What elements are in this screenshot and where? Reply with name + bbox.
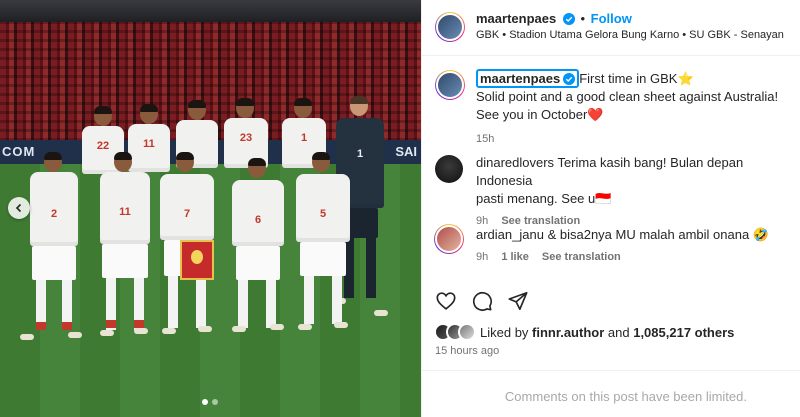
comment-likes[interactable]: 1 like [501,251,529,263]
comment-text-cont: pasti menang. See u🇮🇩 [476,191,612,206]
caption-timestamp: 15h [476,133,495,145]
comment-icon[interactable] [471,290,493,315]
see-translation-link[interactable]: See translation [542,251,621,263]
comment-item: dinaredlovers Terima kasih bang! Bulan d… [476,154,786,230]
post-header: maartenpaes • Follow GBK • Stadion Utama… [422,0,800,56]
heart-icon[interactable] [435,290,457,315]
stadium-roof [0,0,421,22]
caption-text-line3: See you in October❤️ [476,107,604,122]
separator-dot: • [580,11,586,26]
ad-board-right-text: SAI [395,144,417,159]
comment-username[interactable]: ardian_janu [476,227,544,242]
share-icon[interactable] [507,290,529,315]
liked-by-row: Liked by finnr.author and 1,085,217 othe… [434,323,734,341]
location-link[interactable]: GBK • Stadion Utama Gelora Bung Karno • … [476,29,784,41]
comment-username[interactable]: dinaredlovers [476,155,554,170]
post-actions [435,290,529,315]
post-sidebar: maartenpaes • Follow GBK • Stadion Utama… [421,0,800,417]
post-timestamp: 15 hours ago [435,345,500,357]
commenter-avatar-ring[interactable] [434,224,464,254]
verified-badge-icon [563,73,576,85]
carousel-dot[interactable] [212,399,218,405]
chevron-left-icon[interactable] [8,197,30,219]
caption-text-line1: First time in GBK⭐ [579,71,694,86]
ad-board-left-text: COM [2,144,36,159]
author-avatar-ring[interactable] [435,12,465,42]
post-caption: maartenpaes First time in GBK⭐ Solid poin… [476,69,786,148]
author-username[interactable]: maartenpaes [476,11,556,26]
carousel-dots [202,399,218,405]
caption-author-link[interactable]: maartenpaes [476,69,580,88]
comment-time: 9h [476,251,489,263]
team-pennant [180,240,214,280]
comments-limited-footer: Comments on this post have been limited. [422,370,800,417]
likes-count[interactable]: 1,085,217 others [633,325,734,340]
comments-limited-text: Comments on this post have been limited. [504,389,747,404]
comment-text: & bisa2nya MU malah ambil onana 🤣 [547,227,769,242]
liked-by-user[interactable]: finnr.author [532,325,604,340]
comment-item: ardian_janu & bisa2nya MU malah ambil on… [476,226,786,266]
liked-by-and: and [607,324,630,340]
caption-text-line2: Solid point and a good clean sheet again… [476,89,779,104]
carousel-dot[interactable] [202,399,208,405]
verified-badge-icon [562,13,575,25]
liked-by-prefix: Liked by [480,324,529,340]
post-photo[interactable]: COM SAI 22 11 23 1 1 2 11 7 6 5 [0,0,421,417]
commenter-avatar[interactable] [435,155,463,183]
follow-button[interactable]: Follow [591,11,632,26]
liker-avatars[interactable] [434,323,476,341]
caption-avatar-ring[interactable] [435,70,465,100]
